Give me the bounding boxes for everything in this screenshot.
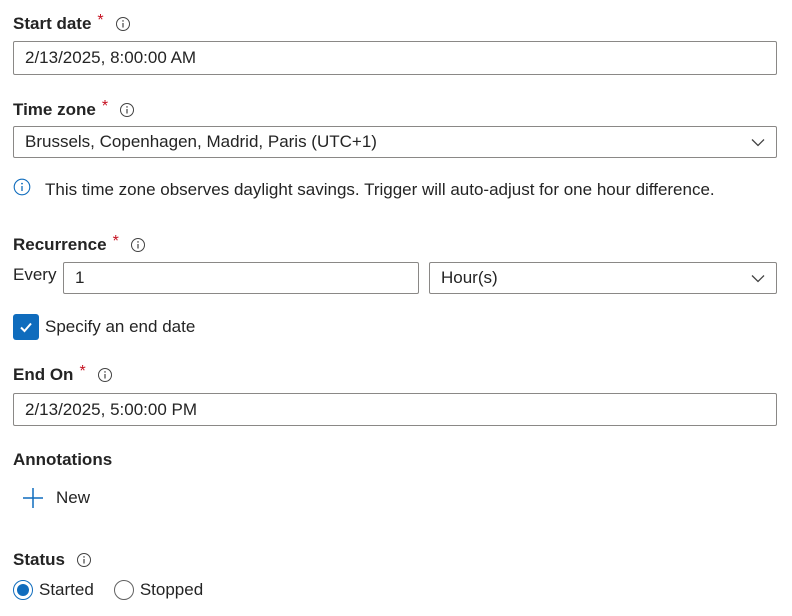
daylight-savings-message: This time zone observes daylight savings…	[13, 178, 715, 201]
status-label-row: Status	[13, 549, 92, 571]
status-label: Status	[13, 550, 65, 569]
recurrence-unit-dropdown[interactable]: Hour(s)	[429, 262, 777, 294]
start-date-label: Start date	[13, 14, 92, 33]
chevron-down-icon	[751, 274, 765, 283]
new-annotation-button[interactable]: New	[22, 487, 90, 509]
info-icon[interactable]	[97, 367, 113, 383]
recurrence-label: Recurrence	[13, 235, 107, 254]
recurrence-interval-value: 1	[75, 268, 85, 287]
info-icon[interactable]	[130, 237, 146, 253]
info-icon	[13, 178, 45, 201]
required-asterisk: *	[79, 363, 86, 380]
time-zone-label: Time zone	[13, 100, 96, 119]
info-icon[interactable]	[115, 16, 131, 32]
info-icon[interactable]	[76, 552, 92, 568]
new-annotation-label: New	[56, 488, 91, 507]
status-radio-label: Stopped	[139, 580, 204, 599]
info-icon[interactable]	[119, 102, 135, 118]
end-on-label: End On	[13, 365, 74, 384]
every-label: Every	[13, 265, 57, 284]
end-date-checkbox[interactable]	[13, 314, 39, 340]
plus-icon	[23, 488, 43, 508]
start-date-input[interactable]: 2/13/2025, 8:00:00 AM	[13, 41, 777, 75]
time-zone-dropdown[interactable]: Brussels, Copenhagen, Madrid, Paris (UTC…	[13, 126, 777, 158]
radio-button[interactable]	[13, 580, 33, 600]
start-date-value: 2/13/2025, 8:00:00 AM	[25, 48, 197, 67]
checkmark-icon	[20, 322, 32, 333]
end-date-checkbox-label: Specify an end date	[45, 317, 196, 336]
required-asterisk: *	[97, 12, 104, 29]
time-zone-label-row: Time zone *	[13, 98, 135, 121]
annotations-label: Annotations	[13, 450, 113, 469]
required-asterisk: *	[101, 98, 109, 115]
end-date-checkbox-row[interactable]: Specify an end date	[13, 314, 195, 340]
annotations-label-row: Annotations	[13, 449, 112, 471]
recurrence-interval-input[interactable]: 1	[63, 262, 419, 294]
recurrence-unit-selected: Hour(s)	[441, 268, 498, 287]
status-radio-stopped[interactable]: Stopped	[113, 580, 204, 600]
trigger-form: Start date * 2/13/2025, 8:00:00 AM Time …	[0, 0, 792, 616]
chevron-down-icon	[751, 138, 765, 147]
end-on-value: 2/13/2025, 5:00:00 PM	[25, 399, 198, 419]
daylight-savings-text: This time zone observes daylight savings…	[45, 179, 715, 199]
recurrence-label-row: Recurrence *	[13, 233, 146, 256]
end-on-label-row: End On *	[13, 363, 113, 386]
status-radio-group: Started Stopped	[13, 580, 223, 600]
end-on-input[interactable]: 2/13/2025, 5:00:00 PM	[13, 393, 777, 426]
time-zone-selected: Brussels, Copenhagen, Madrid, Paris (UTC…	[25, 132, 377, 151]
radio-button[interactable]	[113, 580, 134, 600]
required-asterisk: *	[112, 233, 119, 250]
status-radio-label: Started	[39, 580, 94, 599]
status-radio-started[interactable]: Started	[13, 580, 94, 600]
start-date-label-row: Start date *	[13, 12, 131, 35]
